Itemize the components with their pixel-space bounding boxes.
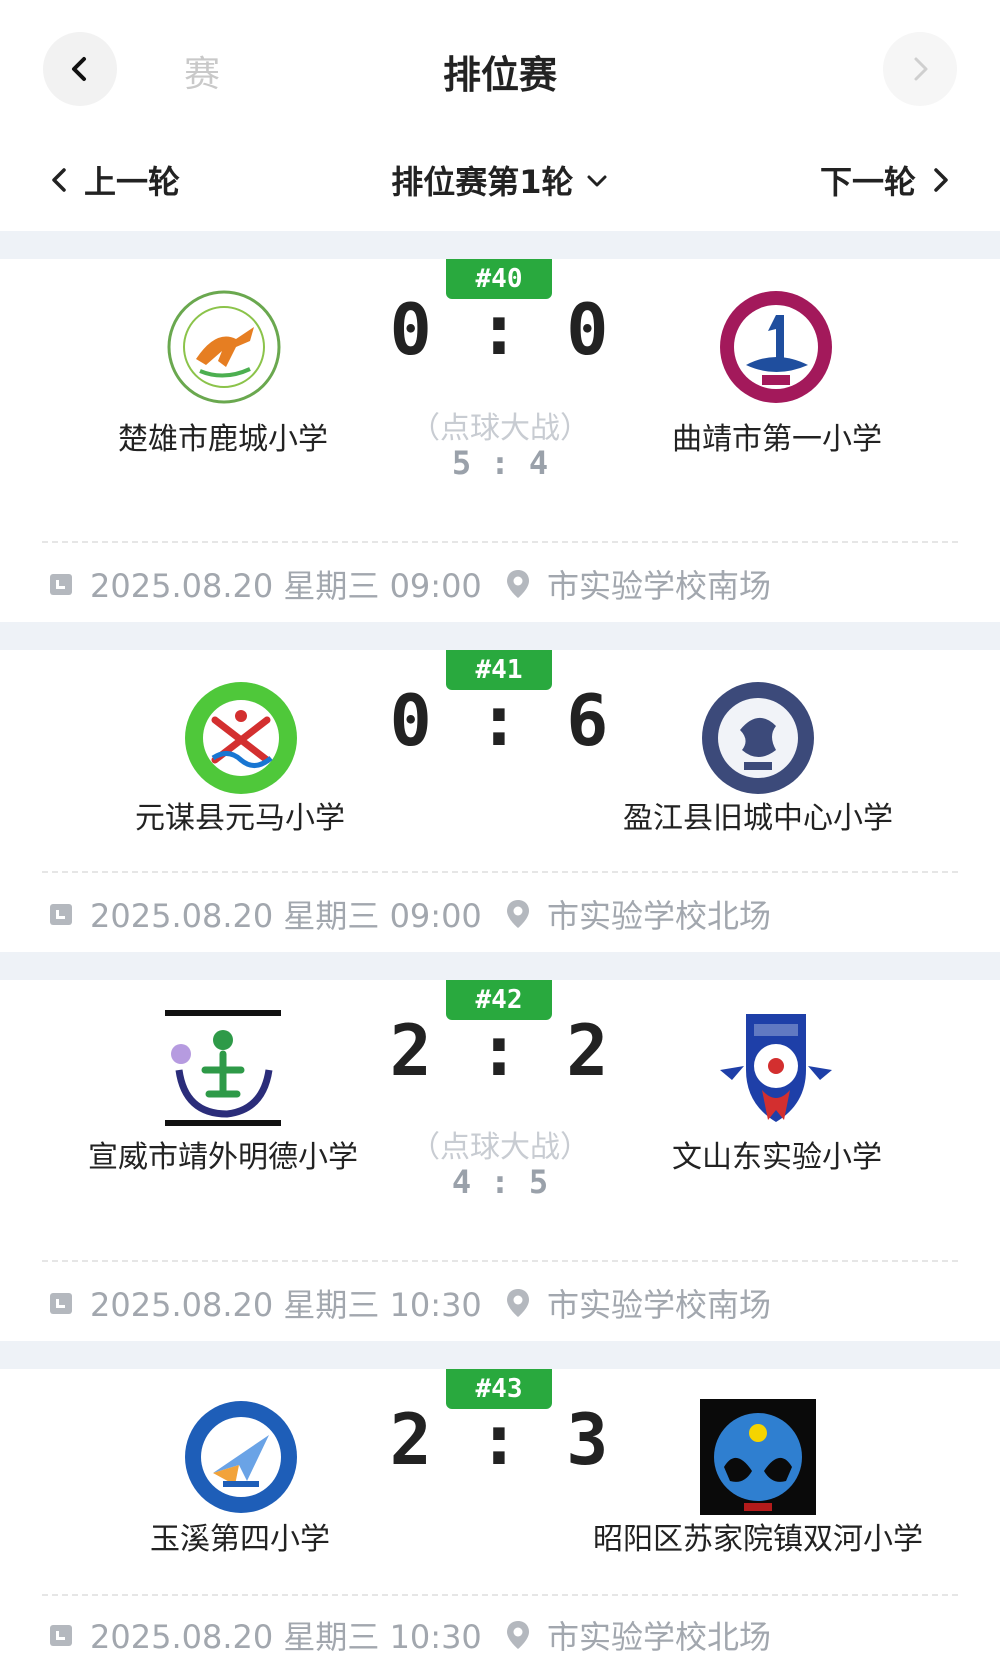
forward-button[interactable]: [883, 32, 957, 106]
card-divider: [42, 1260, 958, 1262]
location-pin-icon: [507, 900, 529, 928]
venue-text: 市实验学校北场: [547, 1618, 772, 1656]
home-team-name[interactable]: 元谋县元马小学: [50, 793, 430, 837]
section-separator: [0, 231, 1000, 259]
match-venue: 市实验学校北场: [505, 1612, 771, 1658]
away-team-logo: [720, 1014, 832, 1122]
location-pin-icon: [507, 1289, 529, 1317]
section-separator: [0, 622, 1000, 650]
venue-text: 市实验学校南场: [547, 1286, 772, 1324]
calendar-icon: [50, 904, 72, 925]
home-team-name[interactable]: 玉溪第四小学: [50, 1514, 430, 1558]
venue-text: 市实验学校北场: [547, 897, 772, 935]
match-card[interactable]: #41 元谋县元马小学 0 : 6 盈江县旧城中心小学 2025.08.20 星…: [0, 650, 1000, 952]
match-datetime: 2025.08.20 星期三 09:00: [48, 561, 482, 607]
top-bar: 赛 排位赛: [0, 0, 1000, 135]
away-team-logo: [700, 1399, 816, 1515]
away-team-logo: [720, 291, 832, 403]
next-round-label: 下一轮: [819, 163, 916, 201]
location-pin-icon: [507, 1621, 529, 1649]
page-title: 排位赛: [442, 53, 557, 97]
chevron-right-icon: [914, 57, 928, 81]
match-score: 0 : 0: [389, 289, 611, 371]
away-team-name[interactable]: 文山东实验小学: [587, 1132, 967, 1176]
section-separator: [0, 1341, 1000, 1369]
calendar-icon: [50, 1293, 72, 1314]
away-team-name[interactable]: 曲靖市第一小学: [587, 414, 967, 458]
match-card[interactable]: #43 玉溪第四小学 2 : 3 昭阳区苏家院镇双河小学 2025.08.20 …: [0, 1369, 1000, 1673]
match-venue: 市实验学校北场: [505, 891, 771, 937]
section-separator: [0, 952, 1000, 980]
match-datetime: 2025.08.20 星期三 10:30: [48, 1280, 482, 1326]
venue-text: 市实验学校南场: [547, 567, 772, 605]
match-datetime: 2025.08.20 星期三 10:30: [48, 1612, 482, 1658]
away-team-name[interactable]: 昭阳区苏家院镇双河小学: [568, 1514, 948, 1558]
chevron-down-icon: [585, 161, 609, 199]
next-round-button[interactable]: 下一轮: [820, 157, 950, 203]
card-divider: [42, 541, 958, 543]
match-datetime: 2025.08.20 星期三 09:00: [48, 891, 482, 937]
round-selector-label: 排位赛第1轮: [391, 163, 574, 201]
match-card[interactable]: #42 宣威市靖外明德小学 2 : 2 （点球大战） 4 : 5 文山东实验小学…: [0, 980, 1000, 1341]
away-team-logo: [702, 682, 814, 794]
match-score: 2 : 3: [389, 1399, 611, 1481]
calendar-icon: [50, 1625, 72, 1646]
match-score: 2 : 2: [389, 1010, 611, 1092]
card-divider: [42, 871, 958, 873]
chevron-right-icon: [934, 168, 948, 192]
match-venue: 市实验学校南场: [505, 561, 771, 607]
datetime-text: 2025.08.20 星期三 09:00: [90, 567, 482, 605]
calendar-icon: [50, 574, 72, 595]
match-card[interactable]: #40 楚雄市鹿城小学 0 : 0 （点球大战） 5 : 4 曲靖市第一小学 2…: [0, 259, 1000, 622]
round-navigation: 上一轮 排位赛第1轮 下一轮: [0, 135, 1000, 231]
card-divider: [42, 1594, 958, 1596]
datetime-text: 2025.08.20 星期三 09:00: [90, 897, 482, 935]
match-venue: 市实验学校南场: [505, 1280, 771, 1326]
datetime-text: 2025.08.20 星期三 10:30: [90, 1618, 482, 1656]
location-pin-icon: [507, 570, 529, 598]
match-score: 0 : 6: [389, 680, 611, 762]
away-team-name[interactable]: 盈江县旧城中心小学: [568, 793, 948, 837]
datetime-text: 2025.08.20 星期三 10:30: [90, 1286, 482, 1324]
